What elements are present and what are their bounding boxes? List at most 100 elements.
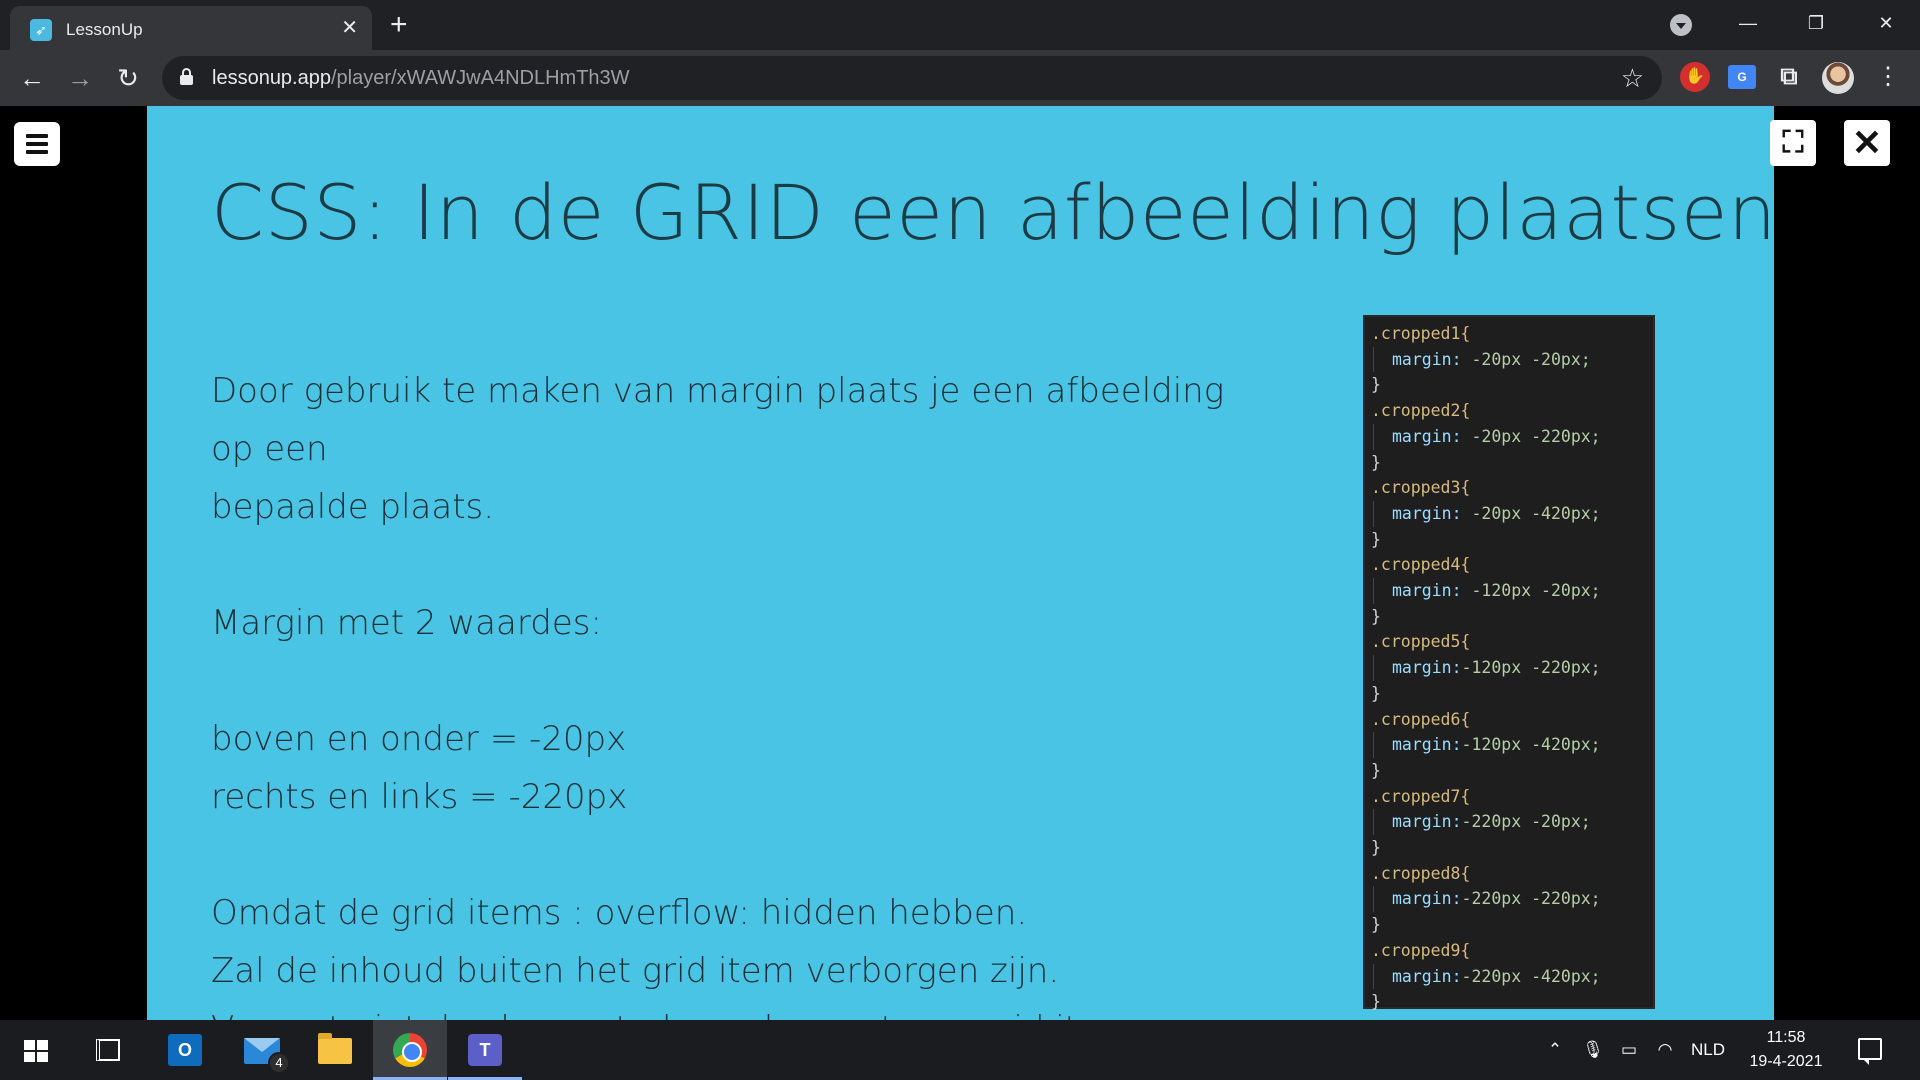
code-property: margin:: [1392, 503, 1462, 523]
code-declaration: margin: -20px -20px;: [1373, 346, 1653, 373]
slide-title: CSS: In de GRID een afbeelding plaatsen.: [211, 168, 1774, 257]
tab-search-icon[interactable]: [1670, 14, 1692, 36]
code-declaration: margin:-220px -220px;: [1373, 886, 1653, 913]
wifi-icon[interactable]: ◠: [1650, 1020, 1680, 1080]
code-declaration: margin: -120px -20px;: [1373, 578, 1653, 604]
code-declaration: margin:-120px -220px;: [1373, 655, 1653, 681]
code-value: -220px -220px;: [1461, 889, 1601, 909]
code-value: -120px -420px;: [1461, 735, 1601, 755]
file-explorer-icon[interactable]: [318, 1033, 352, 1064]
lessonup-favicon-icon: ➶: [30, 19, 52, 41]
code-close-brace: }: [1371, 375, 1381, 395]
new-tab-icon[interactable]: +: [390, 10, 408, 40]
slide-body-text: Door gebruik te maken van margin plaats …: [211, 362, 1271, 1020]
outlook-icon[interactable]: O: [168, 1034, 202, 1066]
menu-hamburger-icon[interactable]: [14, 122, 60, 166]
code-selector: .cropped6{: [1371, 709, 1471, 729]
code-value: -20px -420px;: [1461, 503, 1601, 523]
paragraph: [211, 652, 1271, 710]
code-close-brace: }: [1371, 529, 1381, 549]
code-property: margin:: [1392, 658, 1462, 678]
back-icon[interactable]: ←: [16, 62, 48, 94]
paragraph: boven en onder = -20px: [211, 719, 627, 759]
code-value: -20px -20px;: [1461, 349, 1591, 369]
code-property: margin:: [1392, 581, 1462, 601]
minimize-icon[interactable]: —: [1728, 8, 1768, 38]
code-declaration: margin: -20px -220px;: [1373, 423, 1653, 450]
bookmark-star-icon[interactable]: ☆: [1621, 63, 1644, 94]
lesson-player: CSS: In de GRID een afbeelding plaatsen.…: [0, 106, 1920, 1020]
close-player-icon[interactable]: ✕: [1844, 120, 1890, 166]
code-property: margin:: [1392, 889, 1462, 909]
code-close-brace: }: [1371, 606, 1381, 626]
task-view-icon[interactable]: [96, 1039, 120, 1061]
code-declaration: margin:-220px -420px;: [1373, 963, 1653, 990]
code-selector: .cropped8{: [1371, 863, 1471, 883]
paragraph: rechts en links = -220px: [211, 777, 628, 817]
restore-icon[interactable]: ❐: [1796, 8, 1836, 38]
tab-title: LessonUp: [66, 20, 143, 39]
browser-toolbar: ← → ↻ lessonup.app/player/xWAWJwA4NDLHmT…: [0, 50, 1920, 106]
address-bar[interactable]: lessonup.app/player/xWAWJwA4NDLHmTh3W ☆: [162, 56, 1662, 100]
code-close-brace: }: [1371, 760, 1381, 780]
code-selector: .cropped3{: [1371, 478, 1471, 498]
code-close-brace: }: [1371, 915, 1381, 935]
windows-start-icon[interactable]: [24, 1040, 48, 1062]
extensions-puzzle-icon[interactable]: ⧉: [1774, 62, 1804, 92]
notifications-icon[interactable]: [1858, 1038, 1882, 1065]
lock-icon[interactable]: [180, 68, 193, 85]
paragraph: Omdat de grid items : overflow: hidden h…: [211, 893, 1028, 933]
browser-menu-icon[interactable]: ⋮: [1876, 60, 1900, 94]
code-selector: .cropped5{: [1371, 632, 1471, 652]
time: 11:58: [1766, 1029, 1806, 1046]
translate-extension-icon[interactable]: G: [1728, 65, 1756, 89]
microphone-icon[interactable]: 🎙: [1578, 1020, 1608, 1080]
slide: CSS: In de GRID een afbeelding plaatsen.…: [147, 106, 1774, 1020]
code-close-brace: }: [1371, 992, 1381, 1012]
code-property: margin:: [1392, 735, 1462, 755]
reload-icon[interactable]: ↻: [112, 62, 144, 94]
code-selector: .cropped1{: [1371, 324, 1471, 343]
tab-close-icon[interactable]: ✕: [341, 16, 358, 40]
css-code-screenshot: .cropped1{margin: -20px -20px;} .cropped2…: [1363, 315, 1655, 1011]
chrome-icon[interactable]: [393, 1033, 427, 1067]
windows-taskbar: O 4 T ⌃ 🎙 ▭ ◠ NLD 11:58 19-4-2021: [0, 1020, 1920, 1080]
adblock-extension-icon[interactable]: ✋: [1680, 62, 1710, 92]
code-selector: .cropped4{: [1371, 555, 1471, 575]
url-text[interactable]: lessonup.app/player/xWAWJwA4NDLHmTh3W: [212, 67, 630, 90]
code-declaration: margin: -20px -420px;: [1373, 500, 1653, 527]
browser-tab[interactable]: ➶ LessonUp ✕: [10, 6, 372, 50]
paragraph: Door gebruik te maken van margin plaats …: [211, 371, 1225, 469]
forward-icon[interactable]: →: [64, 62, 96, 94]
code-declaration: margin:-220px -20px;: [1373, 809, 1653, 836]
code-close-brace: }: [1371, 838, 1381, 858]
teams-icon[interactable]: T: [468, 1034, 502, 1066]
battery-icon[interactable]: ▭: [1614, 1020, 1644, 1080]
code-close-brace: }: [1371, 683, 1381, 703]
code-selector: .cropped9{: [1371, 940, 1471, 960]
paragraph: [211, 536, 1271, 594]
code-value: -120px -20px;: [1461, 581, 1601, 601]
code-value: -220px -20px;: [1461, 812, 1591, 832]
code-close-brace: }: [1371, 452, 1381, 472]
tray-chevron-icon[interactable]: ⌃: [1540, 1020, 1570, 1080]
paragraph: [211, 826, 1271, 884]
language-indicator[interactable]: NLD: [1686, 1020, 1730, 1080]
paragraph: Zal de inhoud buiten het grid item verbo…: [211, 951, 1060, 991]
code-value: -120px -220px;: [1461, 658, 1601, 678]
fullscreen-icon[interactable]: ⛶: [1770, 120, 1816, 166]
browser-tab-bar: ➶ LessonUp ✕ + — ❐ ✕: [0, 0, 1920, 50]
paragraph: Margin met 2 waardes:: [211, 603, 602, 643]
profile-avatar[interactable]: [1822, 62, 1854, 94]
code-property: margin:: [1392, 349, 1462, 369]
code-value: -20px -220px;: [1461, 426, 1601, 446]
code-property: margin:: [1392, 966, 1462, 986]
code-selector: .cropped7{: [1371, 786, 1471, 806]
mail-badge: 4: [268, 1052, 290, 1074]
code-declaration: margin:-120px -420px;: [1373, 732, 1653, 758]
code-property: margin:: [1392, 812, 1462, 832]
window-close-icon[interactable]: ✕: [1866, 8, 1906, 38]
paragraph: bepaalde plaats.: [211, 487, 495, 527]
code-property: margin:: [1392, 426, 1462, 446]
clock[interactable]: 11:58 19-4-2021: [1736, 1026, 1836, 1074]
